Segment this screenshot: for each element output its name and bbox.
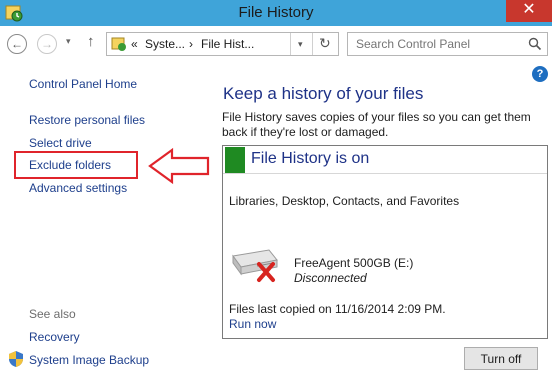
annotation-arrow-icon [148, 147, 210, 185]
advanced-settings-link[interactable]: Advanced settings [29, 181, 127, 195]
search-input[interactable] [348, 33, 524, 55]
forward-button[interactable]: → [37, 34, 57, 54]
up-button[interactable]: ↑ [87, 33, 95, 50]
status-title: File History is on [251, 150, 370, 167]
window-title: File History [238, 4, 314, 21]
uac-shield-icon [9, 351, 23, 367]
search-icon[interactable] [528, 37, 542, 51]
backed-up-locations: Libraries, Desktop, Contacts, and Favori… [229, 194, 460, 208]
last-copied-text: Files last copied on 11/16/2014 2:09 PM. [229, 302, 446, 316]
address-divider [312, 33, 313, 55]
turn-off-button[interactable]: Turn off [464, 347, 538, 370]
control-panel-icon [111, 37, 126, 51]
breadcrumb-overflow[interactable]: « [131, 37, 138, 51]
title-bar: File History ✕ [0, 0, 552, 26]
system-image-backup-link[interactable]: System Image Backup [29, 353, 149, 367]
address-bar[interactable]: « Syste... › File Hist... ▾ ↻ [106, 32, 339, 56]
address-dropdown[interactable]: ▾ [298, 39, 303, 50]
recovery-link[interactable]: Recovery [29, 330, 80, 344]
annotation-highlight-box [14, 151, 138, 179]
breadcrumb-separator: › [189, 37, 193, 51]
external-drive-icon [232, 249, 278, 282]
select-drive-link[interactable]: Select drive [29, 136, 92, 150]
restore-personal-files-link[interactable]: Restore personal files [29, 113, 145, 127]
recent-locations-dropdown[interactable]: ▾ [66, 36, 71, 47]
search-box[interactable] [347, 32, 548, 56]
status-indicator [225, 147, 245, 173]
page-description: File History saves copies of your files … [222, 110, 531, 139]
back-button[interactable]: ← [7, 34, 27, 54]
file-history-status-panel: File History is on Libraries, Desktop, C… [222, 145, 548, 339]
page-title: Keep a history of your files [223, 84, 424, 103]
run-now-link[interactable]: Run now [229, 317, 276, 331]
breadcrumb-file-history[interactable]: File Hist... [201, 37, 254, 51]
help-button[interactable]: ? [532, 66, 548, 82]
control-panel-home-link[interactable]: Control Panel Home [29, 77, 137, 91]
address-divider [290, 33, 291, 55]
status-header: File History is on [223, 146, 547, 174]
drive-name: FreeAgent 500GB (E:) [294, 256, 414, 270]
drive-status: Disconnected [294, 271, 367, 285]
breadcrumb-system[interactable]: Syste... [145, 37, 185, 51]
navigation-bar: ← → ▾ ↑ « Syste... › File Hist... ▾ ↻ [0, 26, 552, 62]
see-also-heading: See also [29, 307, 76, 321]
refresh-button[interactable]: ↻ [319, 35, 331, 52]
close-button[interactable]: ✕ [506, 0, 552, 22]
